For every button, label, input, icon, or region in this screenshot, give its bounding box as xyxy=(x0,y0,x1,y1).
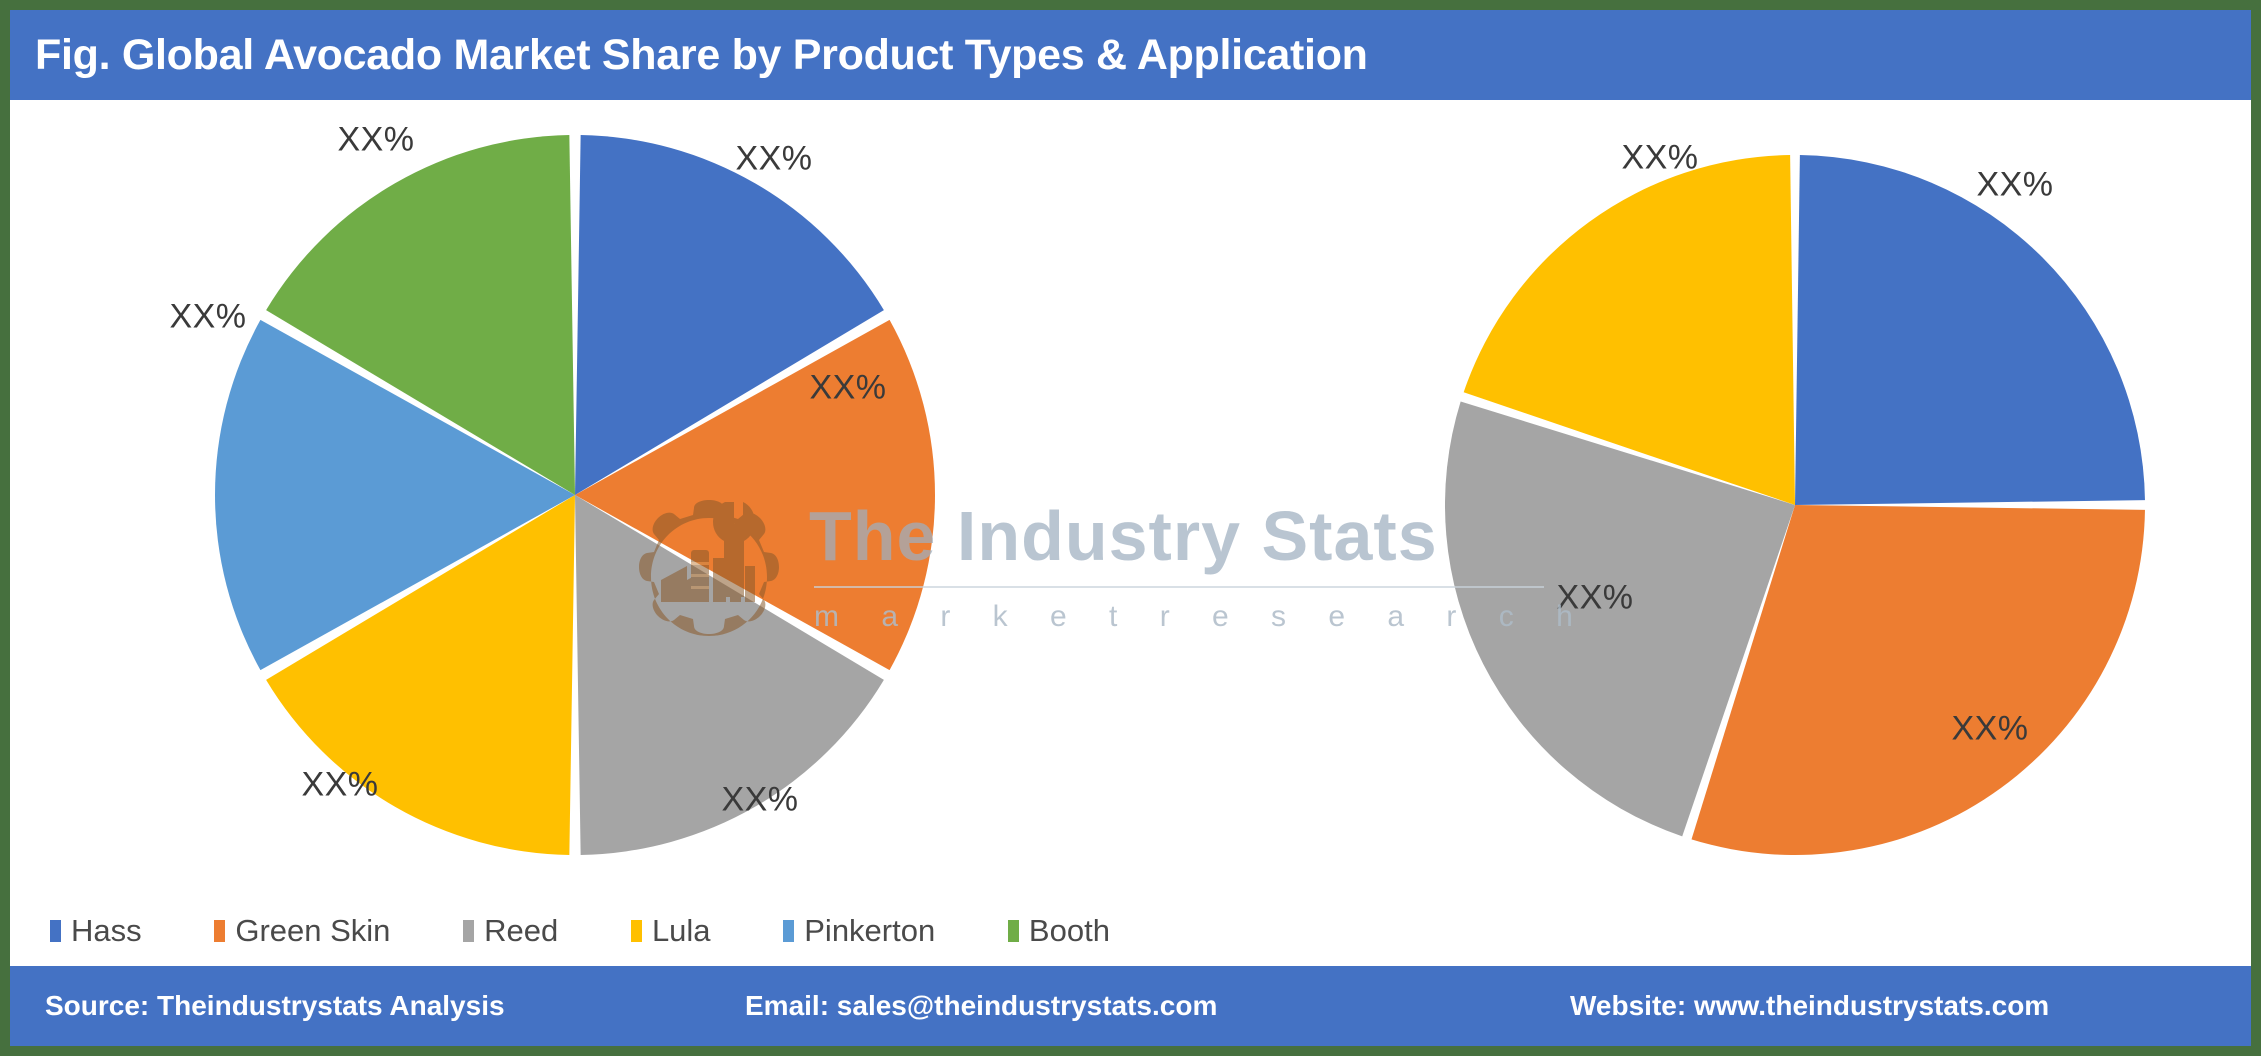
legend-item-lula[interactable]: Lula xyxy=(630,913,711,949)
legend-label: Green Skin xyxy=(235,913,391,948)
legend-item-green-skin[interactable]: Green Skin xyxy=(214,913,390,949)
legend-swatch-icon xyxy=(463,920,475,942)
figure-title-bar: Fig. Global Avocado Market Share by Prod… xyxy=(10,10,2251,100)
pie-data-label: XX% xyxy=(169,297,247,336)
legend-swatch-icon xyxy=(1007,920,1019,942)
pie-data-label: XX% xyxy=(735,139,813,178)
footer-source: Source: Theindustrystats Analysis xyxy=(45,990,505,1021)
legend-item-reed[interactable]: Reed xyxy=(463,913,558,949)
product-types-legend: Hass Green Skin Reed Lula Pinkerton Boot… xyxy=(50,896,1110,966)
legend-swatch-icon xyxy=(214,920,226,942)
pie-data-label: XX% xyxy=(721,780,799,819)
pie-data-label: XX% xyxy=(1976,165,2054,204)
product-types-pie-panel: XX% XX% XX% XX% XX% XX% Hass Green Skin Reed … xyxy=(10,100,1170,966)
charts-canvas: XX% XX% XX% XX% XX% XX% Hass Green Skin Reed … xyxy=(10,100,2251,966)
product-types-pie xyxy=(214,135,936,855)
legend-label: Hass xyxy=(71,913,142,948)
footer-website: Website: www.theindustrystats.com xyxy=(1570,990,2050,1021)
page-title: Fig. Global Avocado Market Share by Prod… xyxy=(35,30,1368,79)
pie-data-label: XX% xyxy=(337,120,415,159)
legend-label: Lula xyxy=(651,913,711,948)
legend-swatch-icon xyxy=(783,920,795,942)
pie-data-label: XX% xyxy=(1951,709,2029,748)
pie-data-label: XX% xyxy=(301,765,379,804)
legend-swatch-icon xyxy=(50,920,61,942)
pie-data-label: XX% xyxy=(809,368,887,407)
pie-data-label: XX% xyxy=(1621,138,1699,177)
legend-item-booth[interactable]: Booth xyxy=(1007,913,1110,949)
legend-item-pinkerton[interactable]: Pinkerton xyxy=(783,913,935,949)
pie-data-label: XX% xyxy=(1556,578,1634,617)
footer-email: Email: sales@theindustrystats.com xyxy=(745,990,1218,1021)
legend-label: Booth xyxy=(1028,913,1110,948)
pie-slice[interactable] xyxy=(1795,155,2145,505)
figure-container: Fig. Global Avocado Market Share by Prod… xyxy=(0,0,2261,1056)
legend-swatch-icon xyxy=(630,920,642,942)
legend-item-hass[interactable]: Hass xyxy=(50,913,142,949)
legend-label: Pinkerton xyxy=(804,913,936,948)
legend-label: Reed xyxy=(484,913,559,948)
application-pie xyxy=(1444,155,2145,856)
application-pie-panel: XX%XX%XX%XX% Food Cosmetic Medical Other… xyxy=(1170,100,2251,966)
figure-footer-bar: Source: Theindustrystats Analysis Email:… xyxy=(10,966,2251,1046)
